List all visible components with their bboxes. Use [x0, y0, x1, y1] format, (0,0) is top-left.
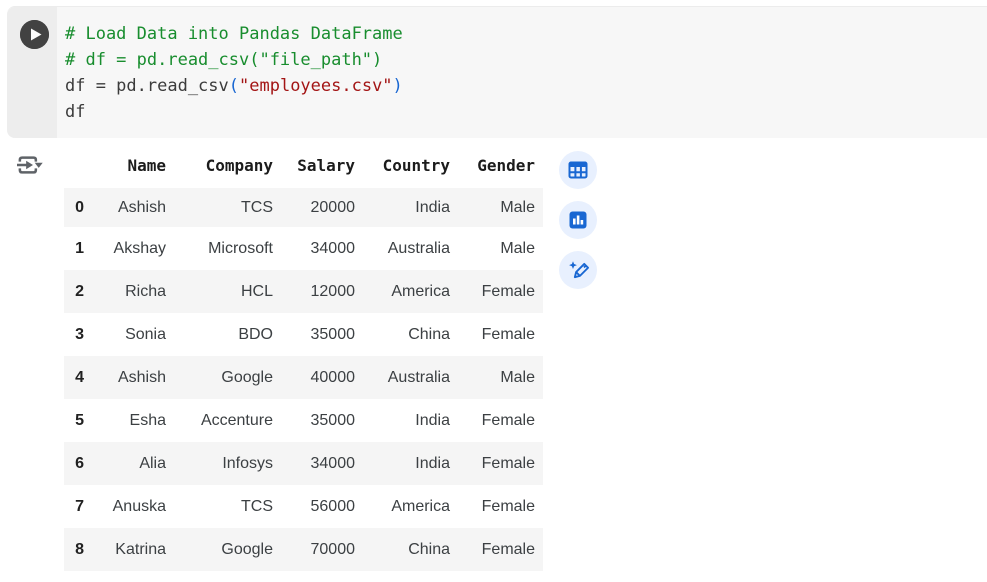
table-cell: Male — [500, 239, 535, 257]
column-header: Name — [84, 151, 166, 185]
suggested-charts-icon — [566, 208, 590, 232]
table-cell: 56000 — [310, 497, 356, 515]
output-options-arrow-icon — [13, 149, 45, 181]
dataframe-header-row: Name Company Salary Country Gender — [64, 151, 543, 185]
dataframe-body: 0 Ashish TCS 20000 India Male 1 Akshay Microsoft… — [64, 180, 543, 571]
dataframe-table: Name Company Salary Country Gender 0 Ashish TC… — [64, 151, 543, 571]
column-header: Company — [166, 151, 273, 185]
row-index: 6 — [75, 454, 84, 472]
table-cell: America — [391, 497, 450, 515]
interactive-table-button[interactable] — [559, 151, 597, 189]
table-cell: India — [415, 454, 450, 472]
table-cell: Infosys — [222, 454, 273, 472]
table-cell: Richa — [125, 282, 166, 300]
dataframe-toolbar — [559, 151, 597, 289]
table-cell: Female — [481, 497, 535, 515]
table-cell: Australia — [387, 239, 450, 257]
row-index: 8 — [75, 540, 84, 558]
table-cell: 35000 — [310, 325, 356, 343]
column-header: Country — [355, 151, 450, 185]
table-cell: BDO — [238, 325, 273, 343]
table-cell: 34000 — [310, 239, 356, 257]
index-column-header — [64, 151, 84, 185]
table-cell: 20000 — [273, 180, 355, 227]
table-cell: Female — [481, 282, 535, 300]
table-cell: Google — [221, 540, 273, 558]
table-cell: Male — [500, 368, 535, 386]
code-line: df — [65, 102, 86, 122]
table-row: 1 Akshay Microsoft 34000 Australia Male — [64, 227, 543, 270]
cell-gutter — [7, 7, 57, 138]
play-icon — [20, 20, 49, 49]
table-row: 3 Sonia BDO 35000 China Female — [64, 313, 543, 356]
table-cell: Female — [481, 325, 535, 343]
table-cell: India — [415, 411, 450, 429]
code-line: df = pd.read_csv("employees.csv") — [65, 76, 403, 96]
generate-code-button[interactable] — [559, 251, 597, 289]
table-cell: Akshay — [113, 239, 166, 257]
interactive-table-icon — [566, 158, 590, 182]
table-row: 2 Richa HCL 12000 America Female — [64, 270, 543, 313]
row-index: 5 — [75, 411, 84, 429]
table-row: 8 Katrina Google 70000 China Female — [64, 528, 543, 571]
row-index: 4 — [75, 368, 84, 386]
table-cell: Microsoft — [208, 239, 273, 257]
table-cell: Male — [450, 180, 543, 227]
code-line: # Load Data into Pandas DataFrame — [65, 24, 403, 44]
row-index: 1 — [75, 239, 84, 257]
row-index: 0 — [64, 180, 84, 227]
table-cell: Alia — [139, 454, 166, 472]
table-row: 7 Anuska TCS 56000 America Female — [64, 485, 543, 528]
table-row: 4 Ashish Google 40000 Australia Male — [64, 356, 543, 399]
generate-code-sparkle-pencil-icon — [566, 258, 590, 282]
column-header: Salary — [273, 151, 355, 185]
table-cell: 12000 — [310, 282, 356, 300]
table-row: 5 Esha Accenture 35000 India Female — [64, 399, 543, 442]
table-cell: Sonia — [125, 325, 166, 343]
table-cell: America — [391, 282, 450, 300]
table-row: 6 Alia Infosys 34000 India Female — [64, 442, 543, 485]
table-cell: HCL — [240, 282, 273, 300]
code-editor[interactable]: # Load Data into Pandas DataFrame # df = … — [65, 21, 403, 125]
table-cell: Esha — [129, 411, 166, 429]
table-cell: Accenture — [200, 411, 273, 429]
table-cell: Ashish — [117, 368, 166, 386]
output-options-button[interactable] — [11, 147, 47, 183]
table-cell: China — [408, 325, 450, 343]
table-cell: Anuska — [112, 497, 166, 515]
notebook-page: # Load Data into Pandas DataFrame # df = … — [0, 0, 987, 582]
table-cell: 40000 — [310, 368, 356, 386]
table-cell: Female — [481, 411, 535, 429]
column-header: Gender — [450, 151, 543, 185]
row-index: 7 — [75, 497, 84, 515]
table-row: 0 Ashish TCS 20000 India Male — [64, 180, 543, 227]
table-cell: China — [408, 540, 450, 558]
table-cell: Google — [221, 368, 273, 386]
table-cell: Katrina — [115, 540, 166, 558]
table-cell: Australia — [387, 368, 450, 386]
table-cell: TCS — [241, 497, 273, 515]
table-cell: TCS — [166, 180, 273, 227]
table-cell: India — [355, 180, 450, 227]
row-index: 3 — [75, 325, 84, 343]
row-index: 2 — [75, 282, 84, 300]
table-cell: 70000 — [310, 540, 356, 558]
code-cell: # Load Data into Pandas DataFrame # df = … — [7, 6, 987, 138]
run-cell-button[interactable] — [20, 20, 49, 49]
code-line: # df = pd.read_csv("file_path") — [65, 50, 383, 70]
table-cell: Female — [481, 454, 535, 472]
table-cell: 35000 — [310, 411, 356, 429]
table-cell: 34000 — [310, 454, 356, 472]
table-cell: Ashish — [84, 180, 166, 227]
table-cell: Female — [481, 540, 535, 558]
suggested-charts-button[interactable] — [559, 201, 597, 239]
